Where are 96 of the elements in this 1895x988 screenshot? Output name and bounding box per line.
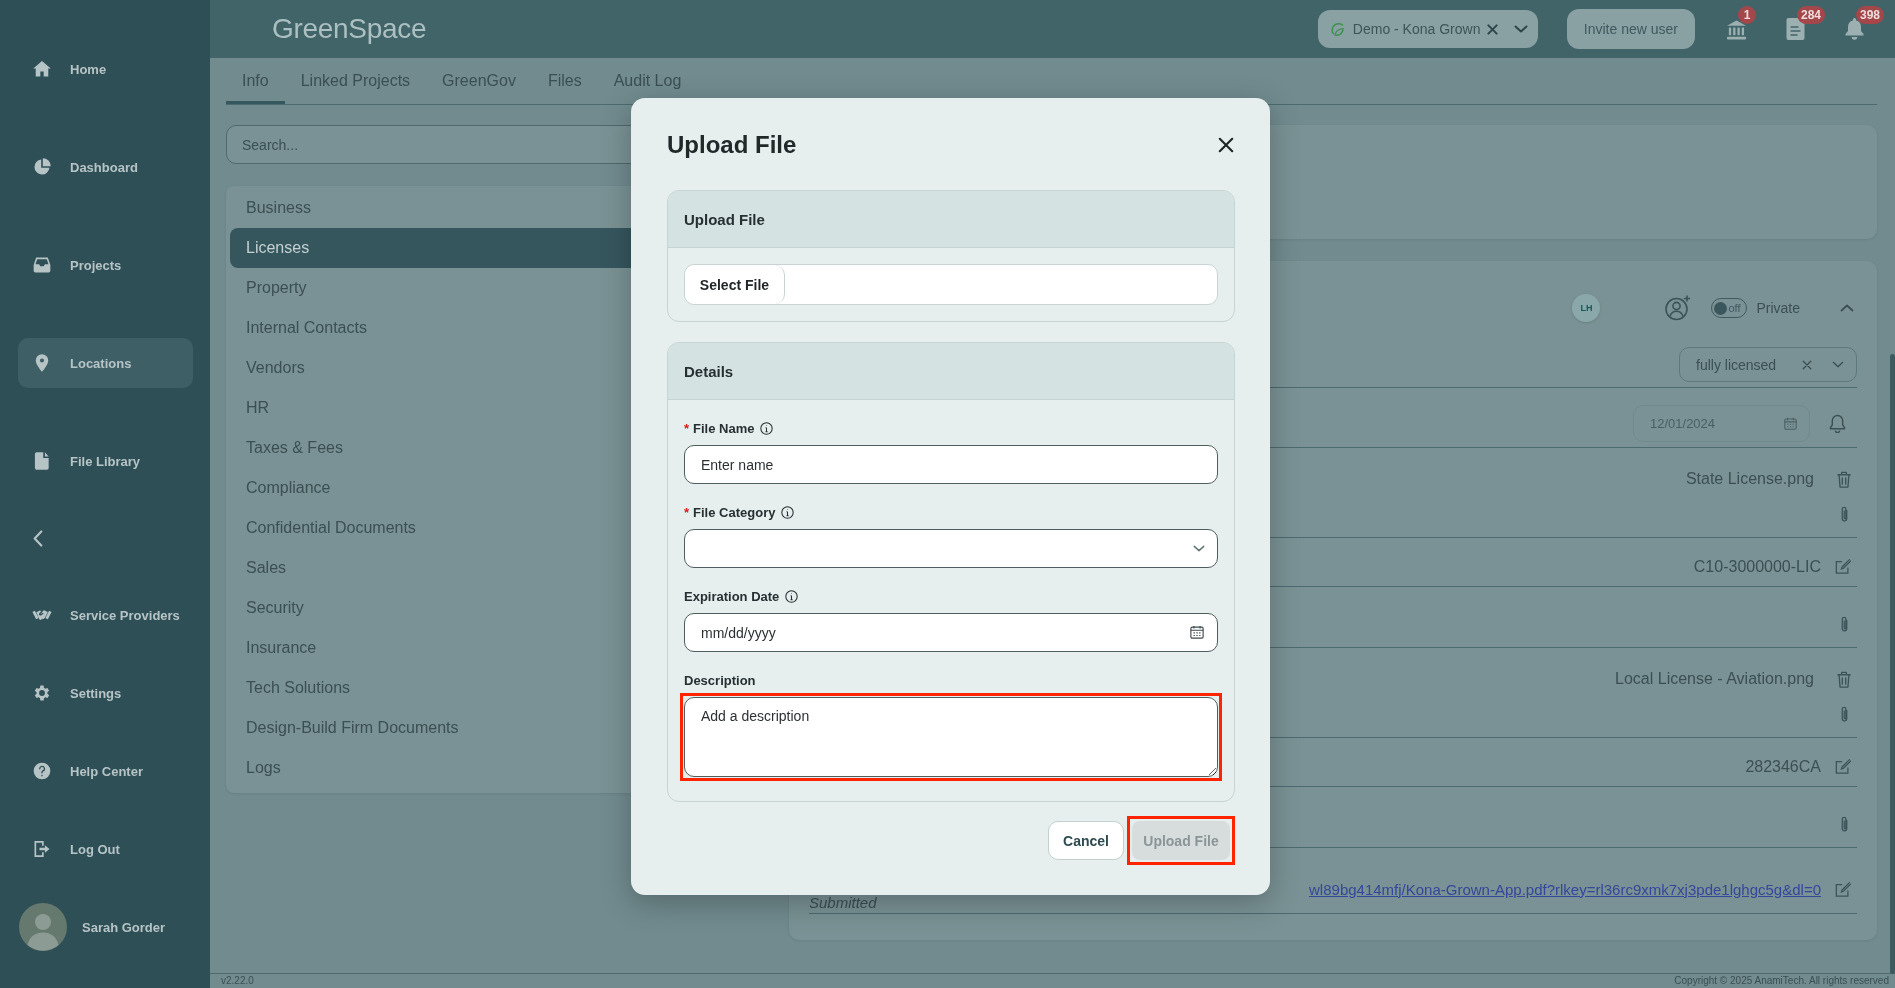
- edit-icon[interactable]: [1835, 758, 1851, 775]
- trash-icon[interactable]: [1836, 470, 1852, 488]
- tab[interactable]: Linked Projects: [284, 58, 427, 104]
- category-item[interactable]: Internal Contacts: [246, 319, 367, 337]
- paperclip-icon[interactable]: [1840, 615, 1849, 634]
- add-user-icon[interactable]: [1665, 295, 1692, 321]
- info-icon[interactable]: [760, 421, 774, 435]
- nav-item[interactable]: Locations: [18, 338, 193, 388]
- user-name[interactable]: Sarah Gorder: [82, 919, 166, 935]
- category-item[interactable]: Property: [246, 279, 307, 297]
- chevron-down-icon[interactable]: [1513, 25, 1528, 33]
- house-icon: [32, 59, 52, 79]
- file-input-field[interactable]: Select File: [684, 264, 1218, 305]
- info-icon[interactable]: [785, 589, 799, 603]
- logo[interactable]: GreenSpace: [272, 13, 427, 45]
- privacy-label: Private: [1756, 300, 1800, 316]
- nav-item[interactable]: Projects: [32, 255, 122, 275]
- section-header: Details: [668, 343, 1234, 400]
- version-text: v2.22.0: [221, 975, 254, 987]
- nav-item[interactable]: Log Out: [32, 839, 120, 859]
- date-field[interactable]: mm/dd/yyyy: [684, 613, 1218, 652]
- category-item[interactable]: Logs: [246, 759, 281, 777]
- field-label: Description: [684, 672, 756, 688]
- category-item[interactable]: Vendors: [246, 359, 305, 377]
- paperclip-icon[interactable]: [1840, 705, 1849, 724]
- required-marker: *: [684, 420, 690, 436]
- nav-item[interactable]: Help Center: [32, 761, 143, 781]
- file-name[interactable]: Local License - Aviation.png: [1615, 670, 1814, 688]
- file-icon: [32, 451, 52, 471]
- bank-icon[interactable]: [1726, 18, 1747, 40]
- category-item[interactable]: Taxes & Fees: [246, 439, 343, 457]
- category-item[interactable]: Confidential Documents: [246, 519, 416, 537]
- copyright-text: Copyright © 2025 AnamiTech. All rights reserved: [1674, 975, 1889, 987]
- chevron-up-icon[interactable]: [1840, 304, 1854, 312]
- avatar-icon[interactable]: [19, 903, 67, 951]
- help-circle-icon: [32, 761, 52, 781]
- tab[interactable]: Info: [226, 58, 285, 104]
- chevron-left-icon[interactable]: [33, 530, 43, 547]
- status-text: Submitted: [809, 895, 877, 910]
- field-label: File Name: [693, 420, 755, 436]
- bell-icon[interactable]: [1829, 414, 1846, 433]
- field-value: C10-3000000-LIC: [1693, 557, 1821, 576]
- clear-icon[interactable]: [1486, 23, 1498, 35]
- document-icon[interactable]: [1785, 18, 1806, 40]
- chevron-down-icon[interactable]: [1832, 361, 1844, 368]
- calendar-icon[interactable]: [1190, 625, 1204, 639]
- nav-item[interactable]: Dashboard: [32, 157, 138, 177]
- count-badge: 398: [1856, 6, 1885, 24]
- nav-item[interactable]: Service Providers: [32, 605, 180, 625]
- category-item[interactable]: Sales: [246, 559, 287, 577]
- select-file-button[interactable]: Select File: [685, 265, 785, 304]
- section-header: Upload File: [668, 191, 1234, 248]
- file-name[interactable]: State License.png: [1685, 470, 1814, 488]
- field-label: Expiration Date: [684, 588, 780, 604]
- close-icon[interactable]: [1218, 137, 1234, 153]
- initials-avatar[interactable]: LH: [1572, 294, 1601, 322]
- select-field[interactable]: [684, 529, 1218, 568]
- nav-item[interactable]: Home: [32, 59, 107, 79]
- field-value: 282346CA: [1745, 757, 1821, 776]
- category-item[interactable]: Insurance: [246, 639, 317, 657]
- logout-icon: [32, 839, 52, 859]
- bell-icon[interactable]: [1844, 18, 1865, 40]
- category-item[interactable]: Security: [246, 599, 304, 617]
- required-marker: *: [684, 504, 690, 520]
- edit-icon[interactable]: [1835, 880, 1851, 898]
- category-item[interactable]: HR: [246, 399, 270, 417]
- category-item[interactable]: Tech Solutions: [246, 679, 351, 697]
- text-field[interactable]: Enter name: [684, 445, 1218, 484]
- nav-item[interactable]: Settings: [32, 683, 122, 703]
- category-item[interactable]: Design-Build Firm Documents: [246, 719, 459, 737]
- invite-user-button[interactable]: Invite new user: [1566, 9, 1695, 49]
- trash-icon[interactable]: [1836, 670, 1852, 688]
- category-item[interactable]: Business: [246, 199, 311, 217]
- tab[interactable]: Files: [531, 58, 598, 104]
- chevron-down-icon: [1193, 545, 1205, 552]
- paperclip-icon[interactable]: [1840, 815, 1849, 834]
- edit-icon[interactable]: [1835, 558, 1851, 575]
- count-badge: 284: [1797, 6, 1826, 24]
- gear-icon: [32, 683, 52, 703]
- clear-icon[interactable]: [1802, 359, 1812, 370]
- document-link[interactable]: wl89bg414mfj/Kona-Grown-App.pdf?rlkey=rl36rc9xmk7xj3pde1lghgc5g&dl=0: [1309, 880, 1821, 898]
- category-item[interactable]: Compliance: [246, 479, 331, 497]
- tab[interactable]: GreenGov: [426, 58, 532, 104]
- pie-chart-icon: [32, 157, 52, 177]
- leaf-icon: [1328, 21, 1345, 37]
- count-badge: 1: [1738, 6, 1756, 24]
- info-icon[interactable]: [781, 505, 795, 519]
- field-label: File Category: [693, 504, 776, 520]
- nav-item[interactable]: File Library: [32, 451, 141, 471]
- organization-selector[interactable]: Demo - Kona Grown: [1317, 10, 1538, 48]
- paperclip-icon[interactable]: [1840, 505, 1849, 524]
- tray-icon: [32, 255, 52, 275]
- scrollbar[interactable]: [1890, 354, 1895, 974]
- status-select[interactable]: fully licensed: [1679, 347, 1857, 382]
- textarea-field[interactable]: Add a description: [684, 697, 1218, 777]
- cancel-button[interactable]: Cancel: [1048, 821, 1124, 860]
